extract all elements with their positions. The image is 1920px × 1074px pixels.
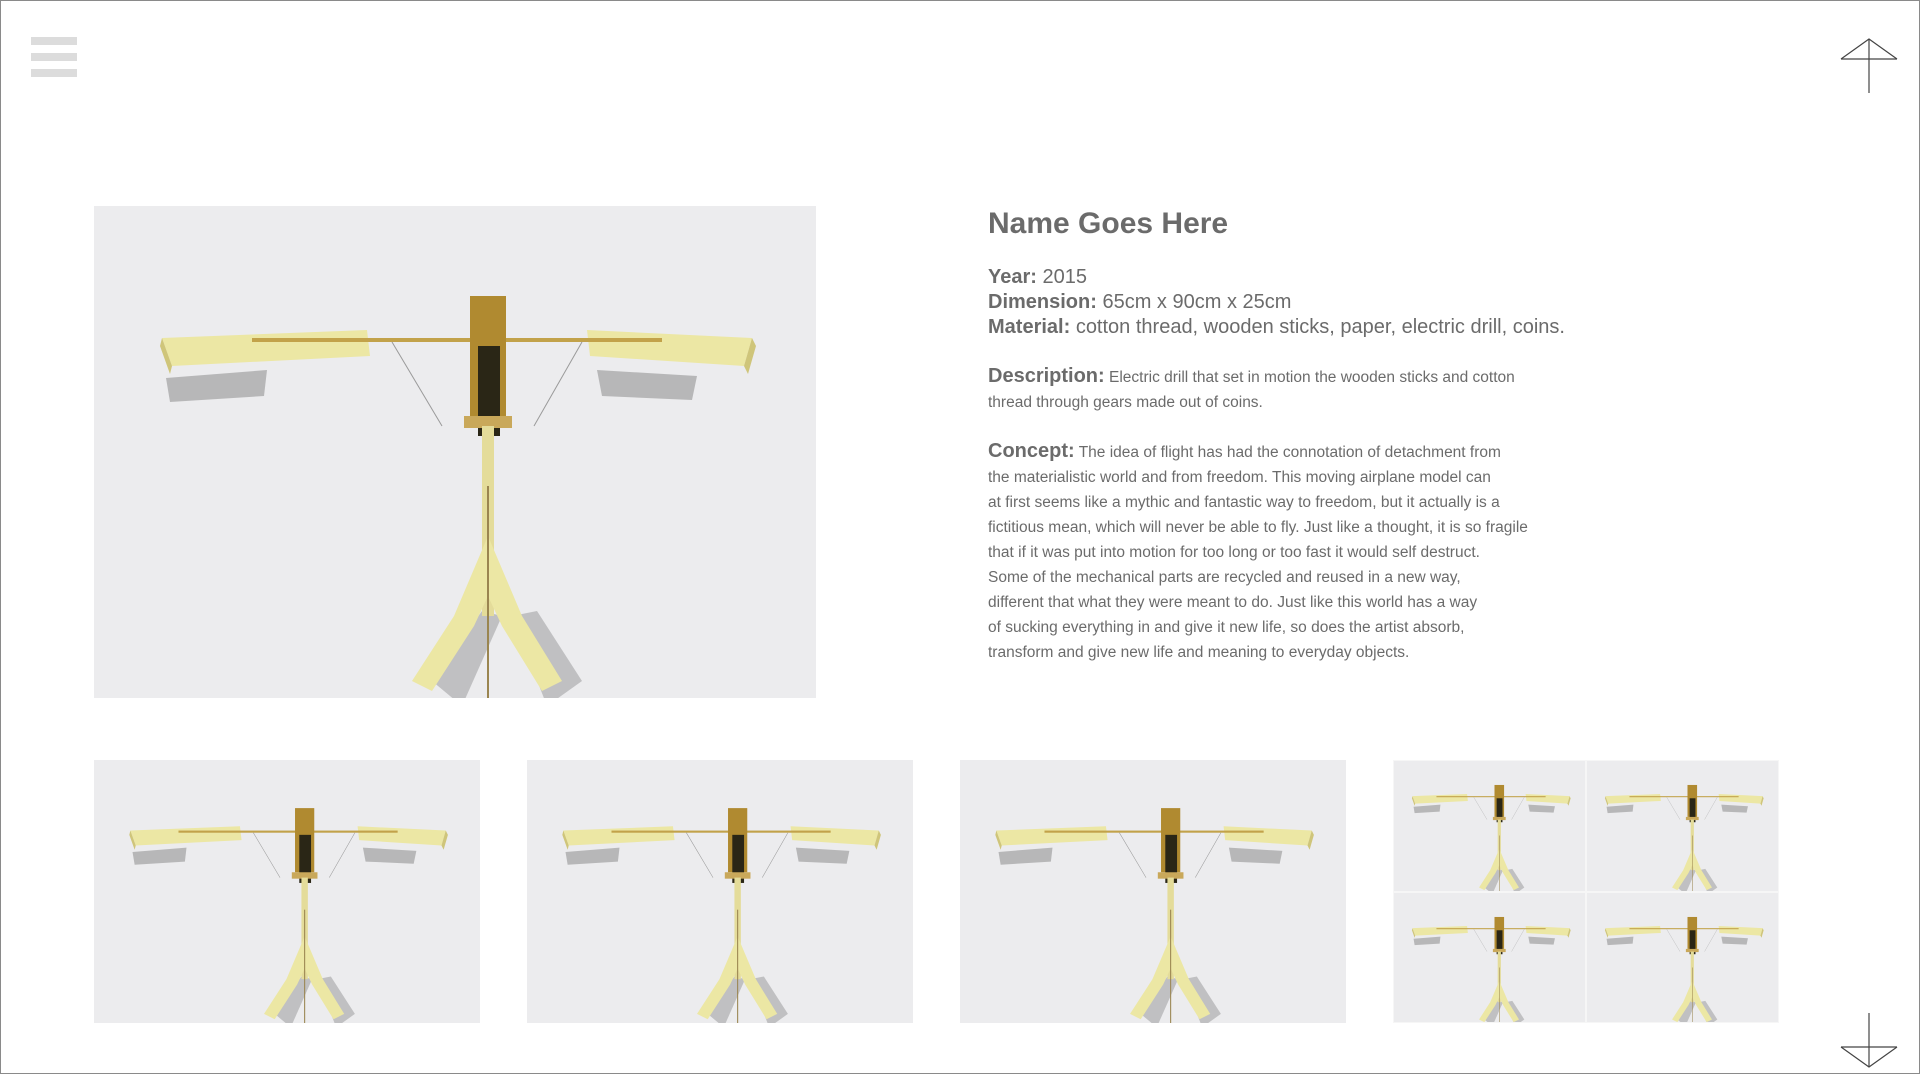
hamburger-icon[interactable] — [31, 37, 77, 77]
material-value: cotton thread, wooden sticks, paper, ele… — [1075, 316, 1565, 338]
material-label: Material: — [988, 316, 1071, 338]
dimension-line: Dimension: 65cm x 90cm x 25cm — [988, 290, 1588, 315]
artwork-title: Name Goes Here — [988, 207, 1229, 240]
thumbnail-2[interactable] — [527, 760, 913, 1023]
thumbnail-4-grid[interactable] — [1393, 760, 1779, 1023]
year-label: Year: — [988, 266, 1037, 288]
arrow-down-icon[interactable] — [1839, 1011, 1899, 1069]
description-block: Description: Electric drill that set in … — [988, 364, 1588, 415]
main-artwork-photo — [94, 206, 816, 698]
menu-bar — [31, 53, 77, 61]
menu-bar — [31, 69, 77, 77]
artwork-page: Name Goes Here Year: 2015 Dimension: 65c… — [0, 0, 1920, 1074]
dimension-label: Dimension: — [988, 291, 1097, 313]
thumbnail-3[interactable] — [960, 760, 1346, 1023]
grid-cell — [1586, 760, 1779, 892]
artwork-info: Name Goes Here Year: 2015 Dimension: 65c… — [988, 205, 1588, 665]
grid-cell — [1586, 891, 1779, 1023]
arrow-up-icon[interactable] — [1839, 37, 1899, 95]
thumbnail-1[interactable] — [94, 760, 480, 1023]
menu-bar — [31, 37, 77, 45]
grid-cell — [1393, 891, 1586, 1023]
concept-label: Concept: — [988, 440, 1075, 462]
description-label: Description: — [988, 365, 1105, 387]
concept-text: The idea of flight has had the connotati… — [988, 444, 1528, 661]
grid-cell — [1393, 760, 1586, 892]
year-line: Year: 2015 — [988, 265, 1588, 290]
dimension-value: 65cm x 90cm x 25cm — [1102, 291, 1292, 313]
concept-block: Concept: The idea of flight has had the … — [988, 439, 1588, 665]
material-line: Material: cotton thread, wooden sticks, … — [988, 315, 1588, 340]
year-value: 2015 — [1042, 266, 1088, 288]
